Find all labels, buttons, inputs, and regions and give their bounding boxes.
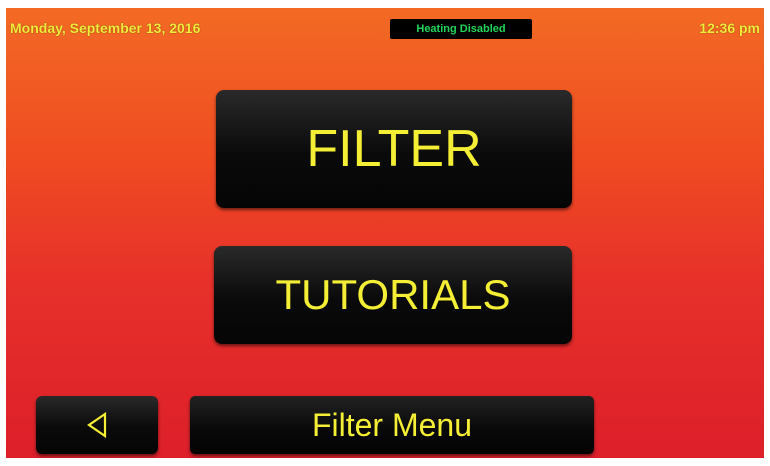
- date-display: Monday, September 13, 2016: [10, 20, 201, 36]
- menu-title-bar: Filter Menu: [190, 396, 594, 454]
- back-button[interactable]: [36, 396, 158, 454]
- filter-button[interactable]: FILTER: [216, 90, 572, 208]
- tutorials-button-label: TUTORIALS: [275, 271, 511, 318]
- filter-button-label: FILTER: [306, 120, 482, 178]
- tutorials-button[interactable]: TUTORIALS: [214, 246, 572, 344]
- time-display: 12:36 pm: [699, 20, 760, 36]
- back-triangle-icon: [87, 412, 107, 438]
- menu-title: Filter Menu: [311, 406, 473, 443]
- screen: Monday, September 13, 2016 Heating Disab…: [6, 8, 764, 458]
- heating-status-badge: Heating Disabled: [390, 19, 532, 39]
